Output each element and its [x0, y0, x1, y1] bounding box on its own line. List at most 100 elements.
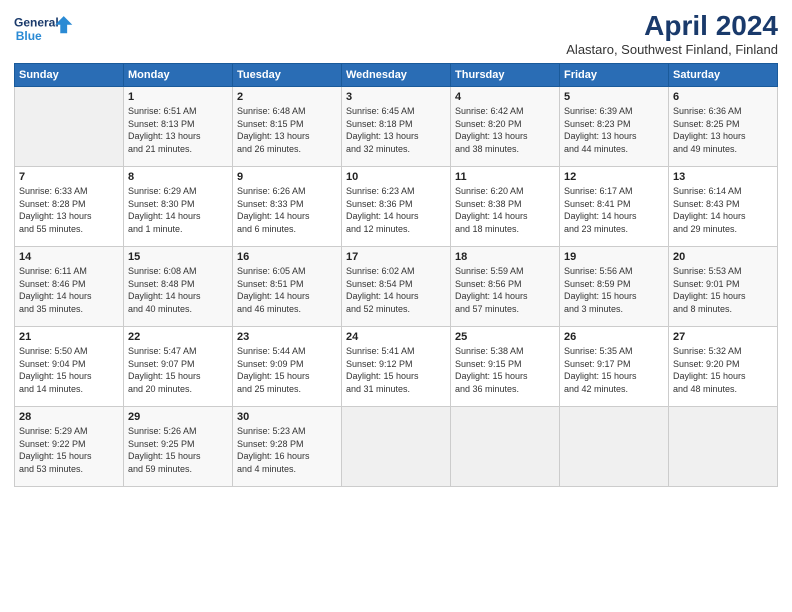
calendar-cell: 17Sunrise: 6:02 AM Sunset: 8:54 PM Dayli…	[342, 247, 451, 327]
calendar-cell: 10 Sunrise: 6:23 AM Sunset: 8:36 PM Dayli…	[342, 167, 451, 247]
calendar-cell: 28 Sunrise: 5:29 AM Sunset: 9:22 PM Dayli…	[15, 407, 124, 487]
svg-text:Blue: Blue	[16, 29, 42, 43]
day-number: 25	[455, 331, 555, 343]
calendar-cell: 21 Sunrise: 5:50 AM Sunset: 9:04 PM Dayli…	[15, 327, 124, 407]
day-info: Sunrise: 5:35 AM Sunset: 9:17 PM Dayligh…	[564, 345, 664, 395]
day-info: Sunrise: 5:23 AM Sunset: 9:28 PM Dayligh…	[237, 425, 337, 475]
main-title: April 2024	[566, 10, 778, 42]
calendar-cell: 9Sunrise: 6:26 AM Sunset: 8:33 PM Daylig…	[233, 167, 342, 247]
day-info: Sunrise: 6:23 AM Sunset: 8:36 PM Dayligh…	[346, 185, 446, 235]
day-number: 16	[237, 251, 337, 263]
day-info: Sunrise: 5:32 AM Sunset: 9:20 PM Dayligh…	[673, 345, 773, 395]
calendar-cell: 4 Sunrise: 6:42 AM Sunset: 8:20 PM Daylig…	[451, 87, 560, 167]
calendar-cell: 19 Sunrise: 5:56 AM Sunset: 8:59 PM Dayli…	[560, 247, 669, 327]
logo: General Blue	[14, 10, 74, 48]
day-info: Sunrise: 5:41 AM Sunset: 9:12 PM Dayligh…	[346, 345, 446, 395]
week-row: 1 Sunrise: 6:51 AM Sunset: 8:13 PM Daylig…	[15, 87, 778, 167]
day-info: Sunrise: 5:47 AM Sunset: 9:07 PM Dayligh…	[128, 345, 228, 395]
day-number: 21	[19, 331, 119, 343]
calendar-cell: 20 Sunrise: 5:53 AM Sunset: 9:01 PM Dayli…	[669, 247, 778, 327]
day-info: Sunrise: 5:44 AM Sunset: 9:09 PM Dayligh…	[237, 345, 337, 395]
day-info: Sunrise: 6:05 AM Sunset: 8:51 PM Dayligh…	[237, 265, 337, 315]
day-number: 12	[564, 171, 664, 183]
day-header: Tuesday	[233, 64, 342, 87]
calendar-cell: 18Sunrise: 5:59 AM Sunset: 8:56 PM Dayli…	[451, 247, 560, 327]
calendar-cell: 14Sunrise: 6:11 AM Sunset: 8:46 PM Dayli…	[15, 247, 124, 327]
title-area: April 2024 Alastaro, Southwest Finland, …	[566, 10, 778, 57]
calendar-cell: 2Sunrise: 6:48 AM Sunset: 8:15 PM Daylig…	[233, 87, 342, 167]
day-info: Sunrise: 6:39 AM Sunset: 8:23 PM Dayligh…	[564, 105, 664, 155]
day-header: Thursday	[451, 64, 560, 87]
day-number: 17	[346, 251, 446, 263]
calendar-table: SundayMondayTuesdayWednesdayThursdayFrid…	[14, 63, 778, 487]
calendar-cell	[451, 407, 560, 487]
day-number: 15	[128, 251, 228, 263]
calendar-cell: 7Sunrise: 6:33 AM Sunset: 8:28 PM Daylig…	[15, 167, 124, 247]
day-info: Sunrise: 6:42 AM Sunset: 8:20 PM Dayligh…	[455, 105, 555, 155]
calendar-cell: 23 Sunrise: 5:44 AM Sunset: 9:09 PM Dayli…	[233, 327, 342, 407]
day-info: Sunrise: 6:17 AM Sunset: 8:41 PM Dayligh…	[564, 185, 664, 235]
logo-svg: General Blue	[14, 10, 74, 48]
day-info: Sunrise: 5:29 AM Sunset: 9:22 PM Dayligh…	[19, 425, 119, 475]
calendar-cell	[15, 87, 124, 167]
day-info: Sunrise: 5:56 AM Sunset: 8:59 PM Dayligh…	[564, 265, 664, 315]
day-number: 27	[673, 331, 773, 343]
day-number: 13	[673, 171, 773, 183]
day-number: 4	[455, 91, 555, 103]
day-info: Sunrise: 6:11 AM Sunset: 8:46 PM Dayligh…	[19, 265, 119, 315]
calendar-cell: 1 Sunrise: 6:51 AM Sunset: 8:13 PM Daylig…	[124, 87, 233, 167]
days-header-row: SundayMondayTuesdayWednesdayThursdayFrid…	[15, 64, 778, 87]
day-number: 10	[346, 171, 446, 183]
day-number: 8	[128, 171, 228, 183]
day-number: 5	[564, 91, 664, 103]
day-info: Sunrise: 5:50 AM Sunset: 9:04 PM Dayligh…	[19, 345, 119, 395]
day-header: Friday	[560, 64, 669, 87]
calendar-cell	[560, 407, 669, 487]
calendar-page: General Blue April 2024 Alastaro, Southw…	[0, 0, 792, 612]
day-number: 3	[346, 91, 446, 103]
calendar-cell: 8 Sunrise: 6:29 AM Sunset: 8:30 PM Daylig…	[124, 167, 233, 247]
day-info: Sunrise: 6:14 AM Sunset: 8:43 PM Dayligh…	[673, 185, 773, 235]
day-number: 2	[237, 91, 337, 103]
day-number: 11	[455, 171, 555, 183]
calendar-cell: 26Sunrise: 5:35 AM Sunset: 9:17 PM Dayli…	[560, 327, 669, 407]
calendar-cell: 29 Sunrise: 5:26 AM Sunset: 9:25 PM Dayli…	[124, 407, 233, 487]
day-info: Sunrise: 6:36 AM Sunset: 8:25 PM Dayligh…	[673, 105, 773, 155]
day-info: Sunrise: 6:51 AM Sunset: 8:13 PM Dayligh…	[128, 105, 228, 155]
day-number: 22	[128, 331, 228, 343]
calendar-cell: 24Sunrise: 5:41 AM Sunset: 9:12 PM Dayli…	[342, 327, 451, 407]
day-info: Sunrise: 6:20 AM Sunset: 8:38 PM Dayligh…	[455, 185, 555, 235]
week-row: 14Sunrise: 6:11 AM Sunset: 8:46 PM Dayli…	[15, 247, 778, 327]
day-info: Sunrise: 5:59 AM Sunset: 8:56 PM Dayligh…	[455, 265, 555, 315]
week-row: 21 Sunrise: 5:50 AM Sunset: 9:04 PM Dayli…	[15, 327, 778, 407]
day-number: 19	[564, 251, 664, 263]
day-info: Sunrise: 5:38 AM Sunset: 9:15 PM Dayligh…	[455, 345, 555, 395]
day-info: Sunrise: 6:45 AM Sunset: 8:18 PM Dayligh…	[346, 105, 446, 155]
day-info: Sunrise: 5:26 AM Sunset: 9:25 PM Dayligh…	[128, 425, 228, 475]
day-number: 28	[19, 411, 119, 423]
day-number: 20	[673, 251, 773, 263]
calendar-cell: 3 Sunrise: 6:45 AM Sunset: 8:18 PM Daylig…	[342, 87, 451, 167]
calendar-cell: 5 Sunrise: 6:39 AM Sunset: 8:23 PM Daylig…	[560, 87, 669, 167]
calendar-cell: 11 Sunrise: 6:20 AM Sunset: 8:38 PM Dayli…	[451, 167, 560, 247]
day-info: Sunrise: 6:29 AM Sunset: 8:30 PM Dayligh…	[128, 185, 228, 235]
day-number: 9	[237, 171, 337, 183]
day-number: 23	[237, 331, 337, 343]
header: General Blue April 2024 Alastaro, Southw…	[14, 10, 778, 57]
calendar-cell: 27 Sunrise: 5:32 AM Sunset: 9:20 PM Dayli…	[669, 327, 778, 407]
calendar-cell	[669, 407, 778, 487]
day-info: Sunrise: 5:53 AM Sunset: 9:01 PM Dayligh…	[673, 265, 773, 315]
calendar-cell: 12 Sunrise: 6:17 AM Sunset: 8:41 PM Dayli…	[560, 167, 669, 247]
day-number: 6	[673, 91, 773, 103]
day-info: Sunrise: 6:33 AM Sunset: 8:28 PM Dayligh…	[19, 185, 119, 235]
calendar-cell: 16 Sunrise: 6:05 AM Sunset: 8:51 PM Dayli…	[233, 247, 342, 327]
day-number: 30	[237, 411, 337, 423]
calendar-cell: 6 Sunrise: 6:36 AM Sunset: 8:25 PM Daylig…	[669, 87, 778, 167]
calendar-cell: 13 Sunrise: 6:14 AM Sunset: 8:43 PM Dayli…	[669, 167, 778, 247]
subtitle: Alastaro, Southwest Finland, Finland	[566, 42, 778, 57]
day-number: 29	[128, 411, 228, 423]
calendar-cell: 22 Sunrise: 5:47 AM Sunset: 9:07 PM Dayli…	[124, 327, 233, 407]
svg-text:General: General	[14, 15, 59, 29]
day-number: 1	[128, 91, 228, 103]
day-header: Wednesday	[342, 64, 451, 87]
